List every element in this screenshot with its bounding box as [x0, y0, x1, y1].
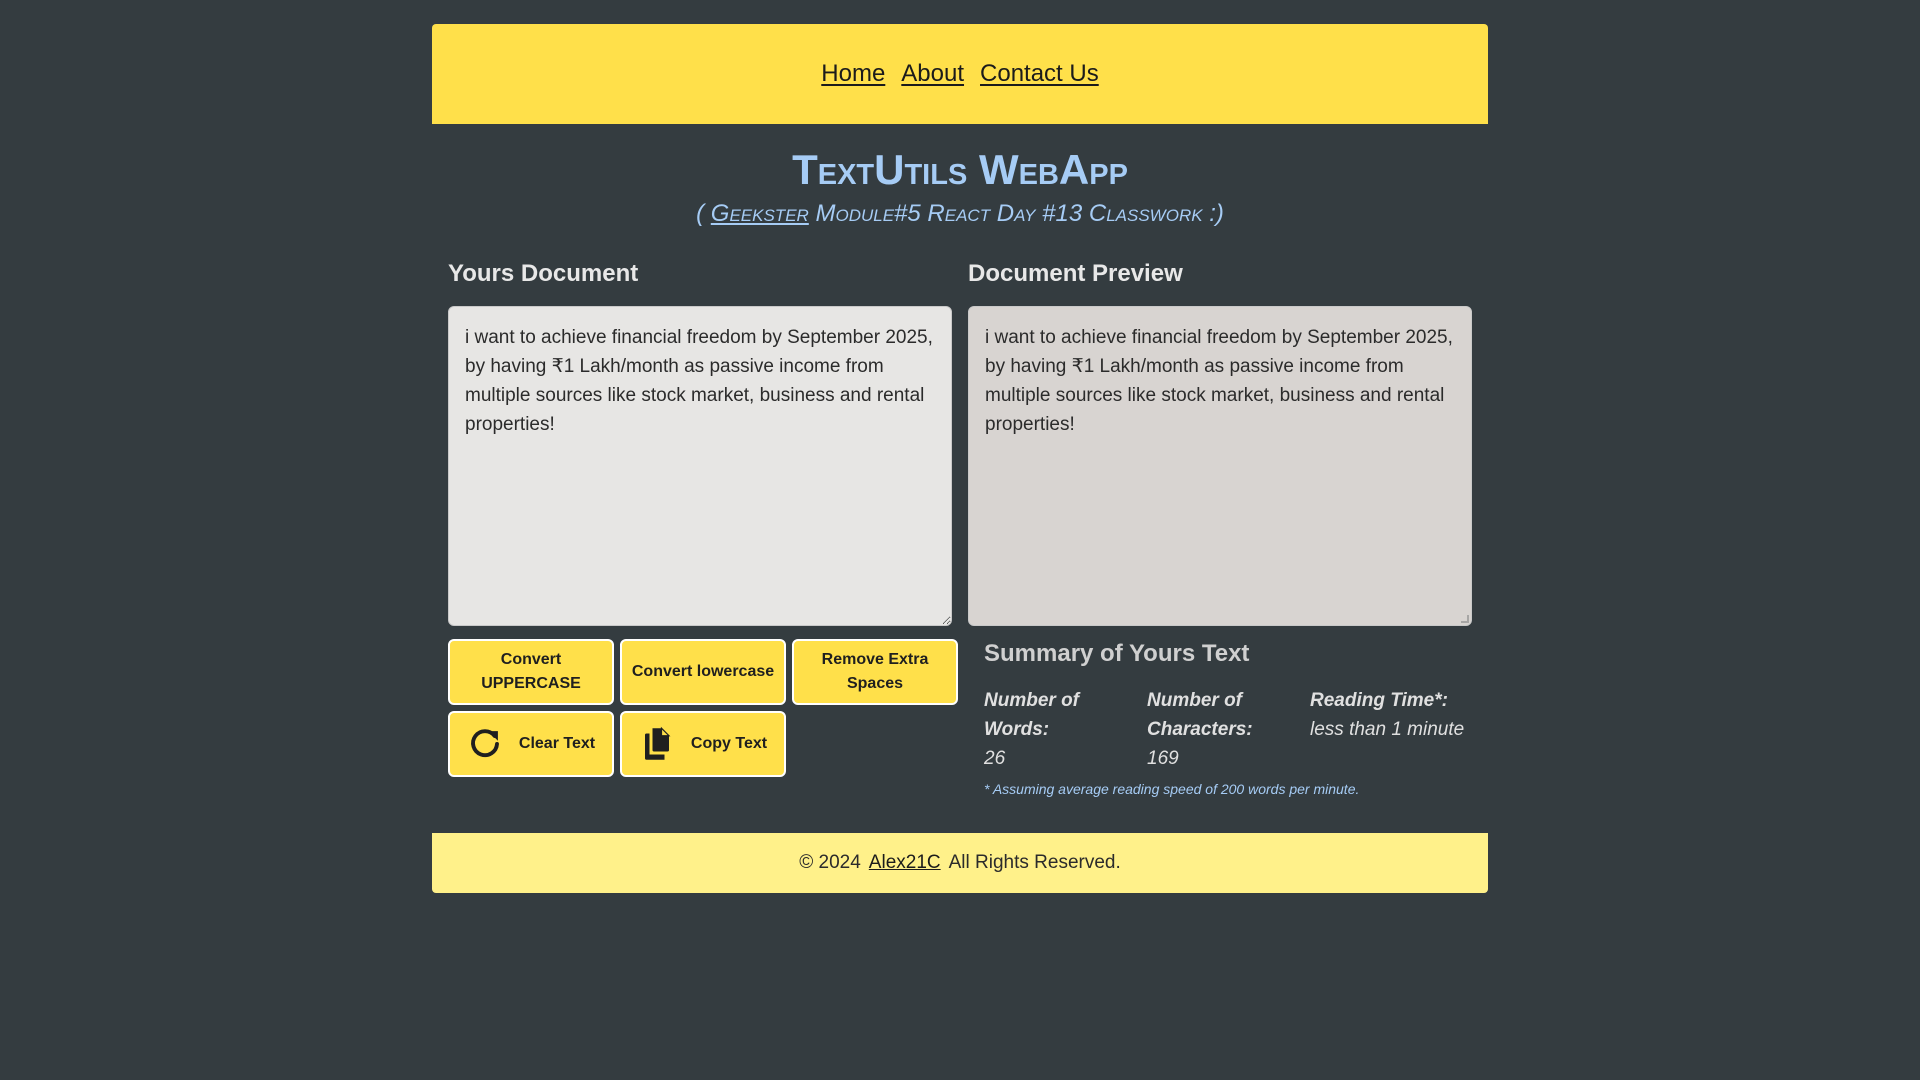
remove-extra-spaces-button[interactable]: Remove Extra Spaces — [792, 639, 958, 706]
subtitle-text: Module#5 React Day #13 Classwork :) — [808, 200, 1224, 228]
clear-text-label: Clear Text — [518, 735, 596, 753]
reading-time-value: less than 1 minute — [1310, 719, 1465, 741]
reading-time-label: Reading Time*: — [1310, 690, 1448, 712]
subtitle-prefix: ( — [696, 200, 711, 228]
copy-text-label: Copy Text — [690, 735, 768, 753]
preview-column: Document Preview i want to achieve finan… — [968, 252, 1472, 797]
char-count-value: 169 — [1147, 748, 1179, 770]
page-subtitle: ( Geekster Module#5 React Day #13 Classw… — [432, 200, 1488, 228]
convert-lowercase-button[interactable]: Convert lowercase — [620, 639, 786, 706]
action-buttons: Convert UPPERCASE Convert lowercase Remo… — [448, 639, 958, 778]
copy-icon — [639, 726, 675, 762]
refresh-icon — [467, 726, 503, 762]
nav-contact-link[interactable]: Contact Us — [980, 60, 1099, 88]
page-title: TextUtils WebApp — [792, 146, 1128, 193]
word-count-value: 26 — [984, 748, 1006, 770]
preview-heading: Document Preview — [968, 260, 1183, 288]
rights-text: All Rights Reserved. — [948, 852, 1121, 874]
editor-heading: Yours Document — [448, 260, 639, 288]
summary-title: Summary of Yours Text — [984, 640, 1250, 668]
page-header: TextUtils WebApp ( Geekster Module#5 Rea… — [432, 146, 1488, 228]
copy-text-button[interactable]: Copy Text — [620, 711, 786, 778]
main-content: Yours Document i want to achieve financi… — [432, 252, 1488, 797]
word-count-stat: Number of Words: 26 — [984, 686, 1147, 773]
navbar: Home About Contact Us — [432, 24, 1488, 124]
convert-lowercase-label: Convert lowercase — [631, 663, 775, 681]
clear-text-button[interactable]: Clear Text — [448, 711, 614, 778]
nav-home-link[interactable]: Home — [821, 60, 885, 88]
app-container: Home About Contact Us TextUtils WebApp (… — [432, 24, 1488, 894]
document-preview: i want to achieve financial freedom by S… — [968, 306, 1472, 627]
document-textarea[interactable]: i want to achieve financial freedom by S… — [448, 306, 952, 627]
nav-about-link[interactable]: About — [901, 60, 964, 88]
page-footer: © 2024 Alex21C All Rights Reserved. — [432, 833, 1488, 894]
author-link[interactable]: Alex21C — [869, 852, 941, 874]
editor-column: Yours Document i want to achieve financi… — [448, 252, 958, 797]
convert-uppercase-button[interactable]: Convert UPPERCASE — [448, 639, 614, 706]
word-count-label: Number of Words: — [984, 690, 1079, 741]
convert-uppercase-label: Convert UPPERCASE — [481, 651, 581, 693]
char-count-label: Number of Characters: — [1147, 690, 1253, 741]
reading-time-stat: Reading Time*: less than 1 minute — [1310, 686, 1473, 773]
remove-extra-spaces-label: Remove Extra Spaces — [821, 651, 929, 693]
copyright-text: © 2024 — [799, 852, 861, 874]
reading-speed-footnote: * Assuming average reading speed of 200 … — [984, 781, 1360, 798]
summary-section: Summary of Yours Text Number of Words: 2… — [968, 640, 1472, 797]
preview-text: i want to achieve financial freedom by S… — [985, 327, 1453, 436]
char-count-stat: Number of Characters: 169 — [1147, 686, 1310, 773]
resize-handle-icon[interactable] — [1461, 615, 1469, 624]
geekster-link[interactable]: Geekster — [711, 200, 809, 227]
summary-stats: Number of Words: 26 Number of Characters… — [984, 686, 1464, 773]
